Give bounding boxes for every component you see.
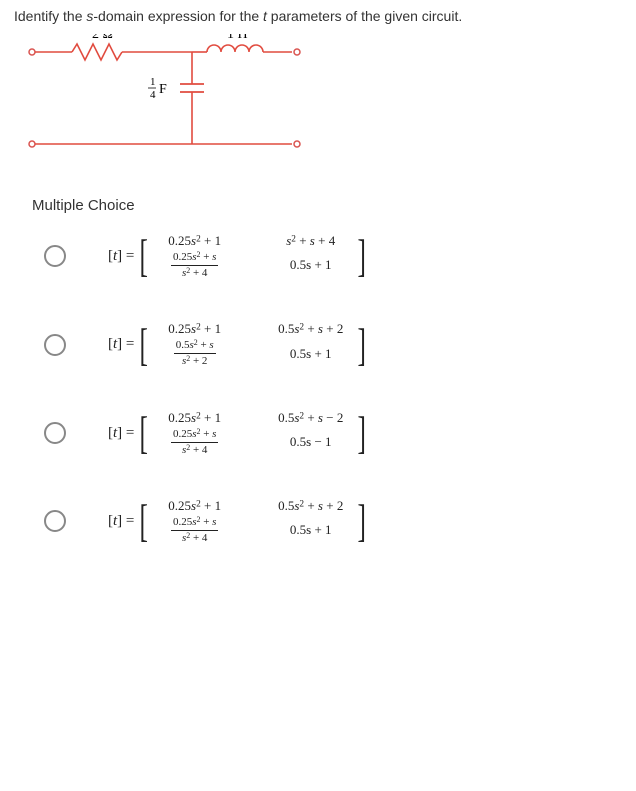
lhs-label: [t] = [108, 425, 134, 442]
multiple-choice-heading: Multiple Choice [32, 197, 622, 214]
left-bracket-icon: [ [140, 497, 148, 545]
c2-r2c2: 0.5s + 1 [266, 346, 356, 362]
cap-unit: F [159, 82, 167, 97]
resistor-label: 2 Ω [92, 34, 113, 42]
circuit-svg: 2 Ω 1 H 1 4 F [22, 34, 312, 164]
q-prefix: Identify the [14, 8, 86, 24]
c1-r2c1: 0.25s2 + s s2 + 4 [150, 251, 240, 279]
c4-r2c1-num: 0.25s2 + s [171, 516, 218, 531]
choice-2: [t] = [ 0.25s2 + 1 0.5s2 + s + 2 0.5s2 +… [44, 320, 622, 368]
radio-choice-1[interactable] [44, 245, 66, 267]
q-mid1: -domain expression for the [93, 8, 263, 24]
c2-r1c1: 0.25s2 + 1 [150, 321, 240, 337]
c3-r1c2: 0.5s2 + s − 2 [266, 410, 356, 426]
matrix-choice-2: [t] = [ 0.25s2 + 1 0.5s2 + s + 2 0.5s2 +… [108, 320, 365, 368]
page-root: Identify the s-domain expression for the… [0, 0, 636, 576]
lhs-label: [t] = [108, 336, 134, 353]
c4-r1c1: 0.25s2 + 1 [150, 498, 240, 514]
c3-r2c1: 0.25s2 + s s2 + 4 [150, 428, 240, 456]
c2-r2c1: 0.5s2 + s s2 + 2 [150, 339, 240, 367]
radio-choice-3[interactable] [44, 422, 66, 444]
c2-r2c1-num: 0.5s2 + s [174, 339, 216, 354]
c3-r2c1-den: s2 + 4 [171, 443, 218, 457]
c2-r2c1-den: s2 + 2 [174, 354, 216, 368]
left-bracket-icon: [ [140, 321, 148, 369]
c1-r2c1-num: 0.25s2 + s [171, 251, 218, 266]
c1-r1c2: s2 + s + 4 [266, 233, 356, 249]
c3-r2c1-num: 0.25s2 + s [171, 428, 218, 443]
question-text: Identify the s-domain expression for the… [14, 8, 622, 24]
left-bracket-icon: [ [140, 232, 148, 280]
matrix-choice-3: [t] = [ 0.25s2 + 1 0.5s2 + s − 2 0.25s2 … [108, 409, 365, 457]
radio-choice-4[interactable] [44, 510, 66, 532]
choice-4: [t] = [ 0.25s2 + 1 0.5s2 + s + 2 0.25s2 … [44, 497, 622, 545]
c1-r1c1: 0.25s2 + 1 [150, 233, 240, 249]
cap-den: 4 [150, 89, 156, 101]
c2-r1c2: 0.5s2 + s + 2 [266, 321, 356, 337]
left-bracket-icon: [ [140, 409, 148, 457]
right-bracket-icon: ] [357, 497, 365, 545]
matrix-choice-4: [t] = [ 0.25s2 + 1 0.5s2 + s + 2 0.25s2 … [108, 497, 365, 545]
c4-r2c1-den: s2 + 4 [171, 531, 218, 545]
q-suffix: parameters of the given circuit. [267, 8, 462, 24]
matrix-choice-1: [t] = [ 0.25s2 + 1 s2 + s + 4 0.25s2 + s… [108, 232, 365, 280]
c3-r2c2: 0.5s − 1 [266, 434, 356, 450]
c4-r2c1: 0.25s2 + s s2 + 4 [150, 516, 240, 544]
c3-r1c1: 0.25s2 + 1 [150, 410, 240, 426]
cap-num: 1 [150, 76, 156, 88]
choice-3: [t] = [ 0.25s2 + 1 0.5s2 + s − 2 0.25s2 … [44, 409, 622, 457]
c1-r2c1-den: s2 + 4 [171, 266, 218, 280]
circuit-diagram: 2 Ω 1 H 1 4 F [22, 34, 622, 167]
c4-r2c2: 0.5s + 1 [266, 522, 356, 538]
c1-r2c2: 0.5s + 1 [266, 257, 356, 273]
c4-r1c2: 0.5s2 + s + 2 [266, 498, 356, 514]
right-bracket-icon: ] [357, 232, 365, 280]
choice-1: [t] = [ 0.25s2 + 1 s2 + s + 4 0.25s2 + s… [44, 232, 622, 280]
radio-choice-2[interactable] [44, 334, 66, 356]
lhs-label: [t] = [108, 248, 134, 265]
right-bracket-icon: ] [357, 409, 365, 457]
inductor-label: 1 H [227, 34, 248, 42]
right-bracket-icon: ] [357, 321, 365, 369]
lhs-label: [t] = [108, 513, 134, 530]
